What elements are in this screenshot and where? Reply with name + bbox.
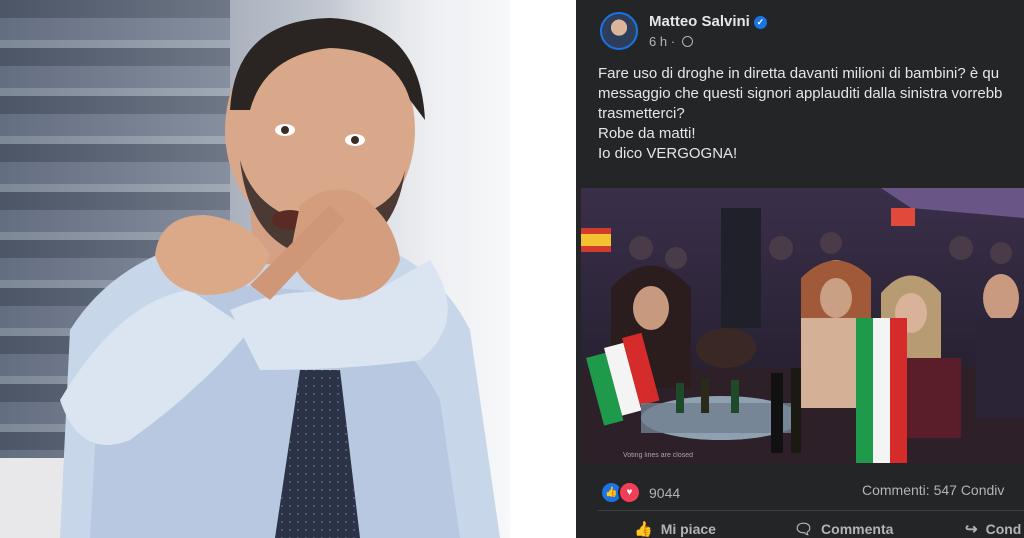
share-label: Cond	[985, 521, 1022, 537]
author-avatar[interactable]	[600, 12, 638, 50]
post-text-line: Fare uso di droghe in diretta davanti mi…	[598, 65, 1000, 82]
reaction-count: 9044	[649, 484, 681, 501]
thumbs-up-icon: 👍	[634, 521, 653, 538]
video-frame	[581, 188, 1024, 464]
post-text-line: trasmetterci?	[598, 105, 685, 122]
share-button[interactable]: ↪ Cond	[965, 520, 1021, 538]
actions-divider	[598, 510, 1024, 511]
author-name-text[interactable]: Matteo Salvini	[649, 13, 750, 30]
like-button[interactable]: 👍 Mi piace	[634, 520, 716, 538]
meta-separator: ·	[670, 34, 676, 49]
comments-shares-count[interactable]: Commenti: 547 Condiv	[862, 482, 1004, 498]
globe-icon	[681, 36, 693, 47]
post-actions: 👍 Mi piace 🗨 Commenta ↪ Cond	[576, 520, 1024, 538]
post-meta: 6 h ·	[649, 34, 693, 49]
facebook-post: Matteo Salvini ✓ 6 h · Fare uso di droghe…	[576, 0, 1024, 538]
reactions-summary[interactable]: 👍 ♥ 9044	[600, 481, 680, 504]
like-label: Mi piace	[660, 521, 716, 537]
comment-bubble-icon: 🗨	[794, 521, 814, 538]
post-time[interactable]: 6 h	[649, 34, 667, 49]
post-text: Fare uso di droghe in diretta davanti mi…	[598, 64, 1024, 164]
post-video[interactable]: Voting lines are closed	[581, 188, 1024, 464]
comment-button[interactable]: 🗨 Commenta	[794, 520, 893, 538]
love-reaction-icon: ♥	[618, 481, 641, 504]
comment-label: Commenta	[821, 521, 894, 537]
politician-photo	[0, 0, 510, 538]
post-text-line: Io dico VERGOGNA!	[598, 145, 738, 162]
post-text-line: Robe da matti!	[598, 125, 696, 142]
share-arrow-icon: ↪	[965, 521, 978, 538]
divider	[510, 0, 576, 538]
man-illustration	[60, 18, 500, 538]
author-name[interactable]: Matteo Salvini ✓	[649, 13, 767, 30]
post-text-line: messaggio che questi signori applauditi …	[598, 85, 1003, 102]
verified-badge-icon: ✓	[753, 16, 767, 29]
video-caption: Voting lines are closed	[623, 452, 694, 459]
